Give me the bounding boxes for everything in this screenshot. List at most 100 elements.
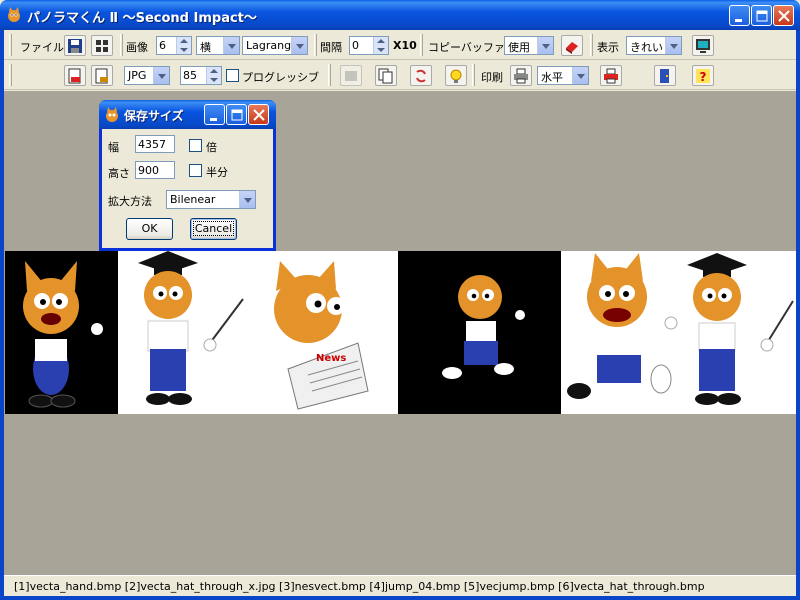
export-document-icon	[68, 68, 81, 84]
copy-buffer-label: コピーバッファ	[428, 41, 505, 54]
progressive-checkbox[interactable]	[226, 69, 239, 82]
panorama-image-jump-04	[398, 251, 561, 414]
eraser-button[interactable]	[561, 35, 583, 56]
dialog-title-bar: 保存サイズ	[99, 100, 276, 129]
maximize-icon	[756, 10, 768, 22]
panorama-image-vecjump	[561, 251, 681, 414]
display-quality-select[interactable]: きれい	[626, 36, 682, 55]
spacing-label: 間隔	[320, 41, 342, 54]
refresh-button[interactable]	[410, 65, 432, 86]
spinner-arrows-icon[interactable]	[373, 37, 388, 54]
dialog-minimize-button[interactable]	[204, 104, 225, 125]
dialog-maximize-button[interactable]	[226, 104, 247, 125]
window-title: パノラマくん Ⅱ ～Second Impact～	[27, 11, 257, 26]
format-value: JPG	[128, 69, 147, 82]
print-label: 印刷	[481, 71, 503, 84]
chevron-down-icon[interactable]	[153, 67, 169, 84]
save-size-dialog: 保存サイズ 幅 4357 倍 高さ 900 半分 拡大方法 Bilenear O…	[99, 100, 276, 251]
monitor-icon	[696, 39, 710, 53]
image-count-value: 6	[159, 39, 166, 52]
light-button[interactable]	[445, 65, 467, 86]
app-cat-icon	[8, 7, 20, 22]
interpolation-select[interactable]: Lagrange	[242, 36, 308, 55]
title-bar: パノラマくん Ⅱ ～Second Impact～	[0, 0, 800, 30]
print-preview-icon	[604, 68, 618, 84]
document-settings-icon	[95, 68, 108, 84]
half-label: 半分	[206, 166, 228, 179]
half-checkbox[interactable]	[189, 164, 202, 177]
disabled-tool-button[interactable]	[340, 65, 362, 86]
print-preview-button[interactable]	[600, 65, 622, 86]
double-checkbox[interactable]	[189, 139, 202, 152]
main-toolbar: ファイル 画像 6 横 Lagrange 間隔 0 X10 コピーバッファ 使用…	[4, 31, 796, 60]
close-icon	[778, 10, 790, 22]
panorama-image-vecta-hat-through-x	[118, 251, 258, 414]
floppy-disk-icon	[68, 39, 82, 53]
chevron-down-icon[interactable]	[223, 37, 239, 54]
height-field[interactable]: 900	[135, 161, 175, 179]
panorama-image-nesvect: News	[258, 251, 398, 414]
image-count-spinner[interactable]: 6	[156, 36, 192, 55]
help-button[interactable]: ?	[692, 65, 714, 86]
progressive-label: プログレッシブ	[242, 71, 319, 84]
help-icon: ?	[696, 69, 710, 84]
orientation-select[interactable]: 横	[196, 36, 240, 55]
app-cat-icon	[106, 107, 118, 122]
print-button[interactable]	[510, 65, 532, 86]
printer-icon	[514, 68, 528, 84]
width-label: 幅	[108, 141, 119, 154]
print-direction-select[interactable]: 水平	[537, 66, 589, 85]
close-button[interactable]	[773, 5, 794, 26]
height-label: 高さ	[108, 167, 130, 180]
copy-buffer-select[interactable]: 使用	[504, 36, 554, 55]
spinner-arrows-icon[interactable]	[176, 37, 191, 54]
print-direction-value: 水平	[541, 71, 563, 84]
quality-value: 85	[183, 69, 197, 82]
width-field[interactable]: 4357	[135, 135, 175, 153]
display-quality-value: きれい	[630, 41, 663, 54]
spacing-value: 0	[352, 39, 359, 52]
chevron-down-icon[interactable]	[291, 37, 307, 54]
image-label: 画像	[126, 41, 148, 54]
width-value: 4357	[138, 138, 166, 151]
grid-icon	[96, 40, 108, 52]
orientation-value: 横	[200, 41, 211, 54]
lightbulb-icon	[450, 69, 462, 83]
maximize-button[interactable]	[751, 5, 772, 26]
display-label: 表示	[597, 41, 619, 54]
chevron-down-icon[interactable]	[665, 37, 681, 54]
svg-text:?: ?	[700, 70, 707, 84]
copy-icon	[378, 68, 393, 84]
monitor-button[interactable]	[692, 35, 714, 56]
close-icon	[253, 109, 265, 121]
chevron-down-icon[interactable]	[239, 191, 255, 208]
dialog-title: 保存サイズ	[124, 109, 184, 123]
exit-button[interactable]	[654, 65, 676, 86]
spacing-multiplier: X10	[393, 39, 417, 52]
save-button[interactable]	[64, 35, 86, 56]
image-file-list: [1]vecta_hand.bmp [2]vecta_hat_through_x…	[14, 580, 705, 593]
minimize-icon	[735, 19, 742, 22]
scaling-method-label: 拡大方法	[108, 195, 152, 208]
refresh-icon	[416, 69, 426, 83]
door-exit-icon	[660, 69, 669, 83]
ok-button[interactable]: OK	[126, 218, 173, 240]
format-select[interactable]: JPG	[124, 66, 170, 85]
copy-button[interactable]	[375, 65, 397, 86]
spacing-spinner[interactable]: 0	[349, 36, 389, 55]
cancel-button[interactable]: Cancel	[190, 218, 237, 240]
file-label: ファイル	[20, 41, 64, 54]
maximize-icon	[231, 109, 243, 121]
grid-view-button[interactable]	[91, 35, 113, 56]
chevron-down-icon[interactable]	[572, 67, 588, 84]
spinner-arrows-icon[interactable]	[206, 67, 221, 84]
quality-spinner[interactable]: 85	[180, 66, 222, 85]
chevron-down-icon[interactable]	[537, 37, 553, 54]
ok-button-label: OK	[141, 222, 158, 235]
scaling-method-select[interactable]: Bilenear	[166, 190, 256, 209]
export-image-button[interactable]	[64, 65, 86, 86]
dialog-close-button[interactable]	[248, 104, 269, 125]
minimize-button[interactable]	[729, 5, 750, 26]
panorama-strip: News	[5, 251, 796, 414]
export-settings-button[interactable]	[91, 65, 113, 86]
